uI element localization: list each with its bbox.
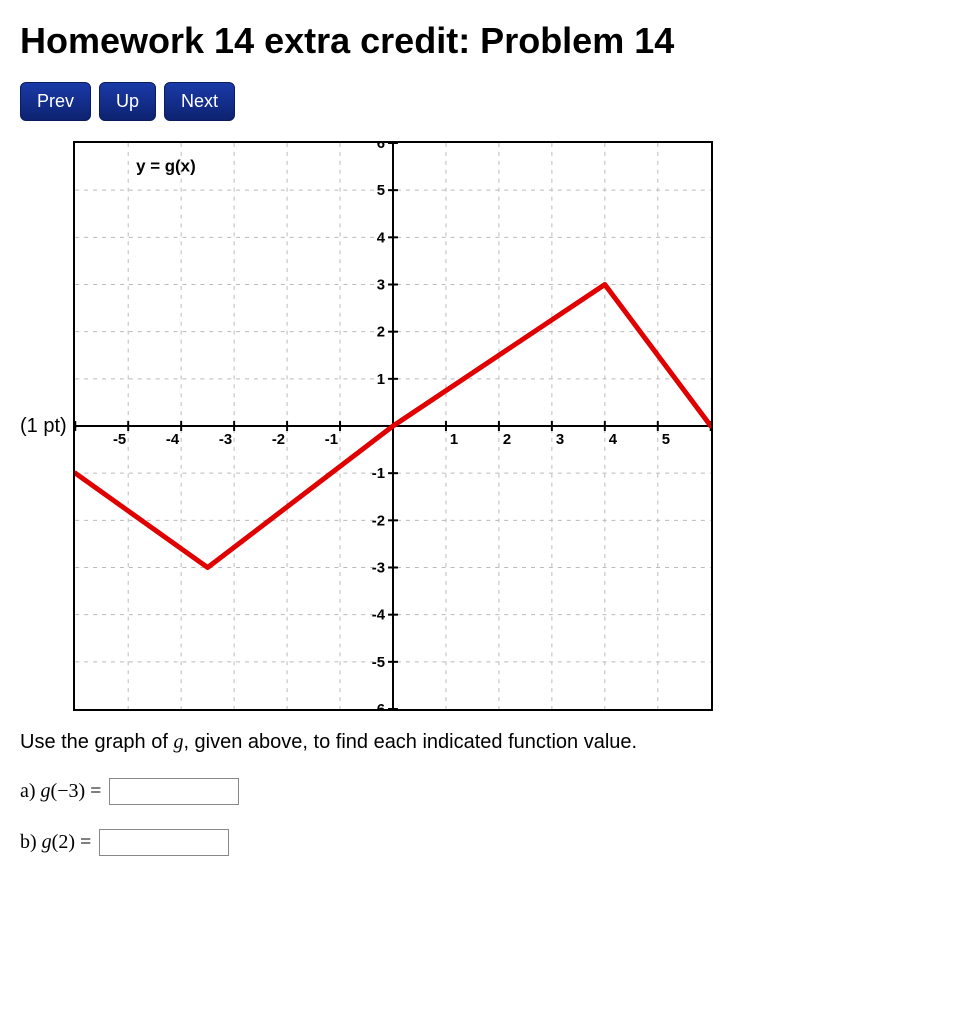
- points-label: (1 pt): [20, 415, 67, 438]
- answer-a-prefix: a): [20, 780, 41, 802]
- chart-svg: -6-5-4-3-2-1123456-6-5-4-3-2-1123456y = …: [75, 143, 711, 709]
- svg-text:-4: -4: [166, 432, 180, 448]
- answer-a-arg: (−3): [51, 780, 86, 802]
- answer-b-row: b) g(2) =: [20, 829, 948, 856]
- svg-text:1: 1: [376, 372, 384, 388]
- svg-text:-4: -4: [372, 608, 386, 624]
- svg-text:-1: -1: [372, 466, 385, 482]
- svg-text:2: 2: [376, 325, 384, 341]
- answer-a-label: a) g(−3) =: [20, 780, 101, 803]
- nav-buttons: Prev Up Next: [20, 82, 948, 121]
- answer-a-row: a) g(−3) =: [20, 778, 948, 805]
- svg-text:2: 2: [503, 432, 511, 448]
- svg-text:1: 1: [450, 432, 458, 448]
- answer-b-eq: =: [75, 831, 91, 853]
- svg-text:-2: -2: [372, 513, 385, 529]
- answer-a-fn: g: [41, 780, 51, 802]
- answer-a-eq: =: [85, 780, 101, 802]
- svg-text:4: 4: [376, 230, 385, 246]
- up-button[interactable]: Up: [99, 82, 156, 121]
- svg-text:5: 5: [376, 183, 384, 199]
- svg-text:-5: -5: [372, 655, 385, 671]
- svg-text:3: 3: [376, 277, 384, 293]
- graph-plot: -6-5-4-3-2-1123456-6-5-4-3-2-1123456y = …: [73, 141, 713, 711]
- svg-text:-3: -3: [372, 560, 385, 576]
- answer-b-arg: (2): [52, 831, 75, 853]
- svg-text:4: 4: [608, 432, 617, 448]
- problem-row: (1 pt) -6-5-4-3-2-1123456-6-5-4-3-2-1123…: [20, 141, 948, 711]
- instruction-post: , given above, to find each indicated fu…: [183, 731, 637, 753]
- answer-b-fn: g: [42, 831, 52, 853]
- answer-b-label: b) g(2) =: [20, 831, 91, 854]
- svg-text:-3: -3: [219, 432, 232, 448]
- answer-b-input[interactable]: [99, 829, 229, 856]
- answer-b-prefix: b): [20, 831, 42, 853]
- svg-text:-5: -5: [113, 432, 126, 448]
- svg-text:-1: -1: [325, 432, 338, 448]
- svg-text:6: 6: [376, 143, 384, 152]
- instruction-pre: Use the graph of: [20, 731, 173, 753]
- svg-text:y = g(x): y = g(x): [136, 156, 196, 175]
- svg-text:5: 5: [661, 432, 669, 448]
- svg-text:-2: -2: [272, 432, 285, 448]
- page-title: Homework 14 extra credit: Problem 14: [20, 20, 948, 62]
- svg-text:3: 3: [556, 432, 564, 448]
- next-button[interactable]: Next: [164, 82, 235, 121]
- prev-button[interactable]: Prev: [20, 82, 91, 121]
- instruction-text: Use the graph of g, given above, to find…: [20, 731, 948, 754]
- instruction-fn: g: [173, 731, 183, 753]
- svg-text:-6: -6: [372, 702, 385, 709]
- answer-a-input[interactable]: [109, 778, 239, 805]
